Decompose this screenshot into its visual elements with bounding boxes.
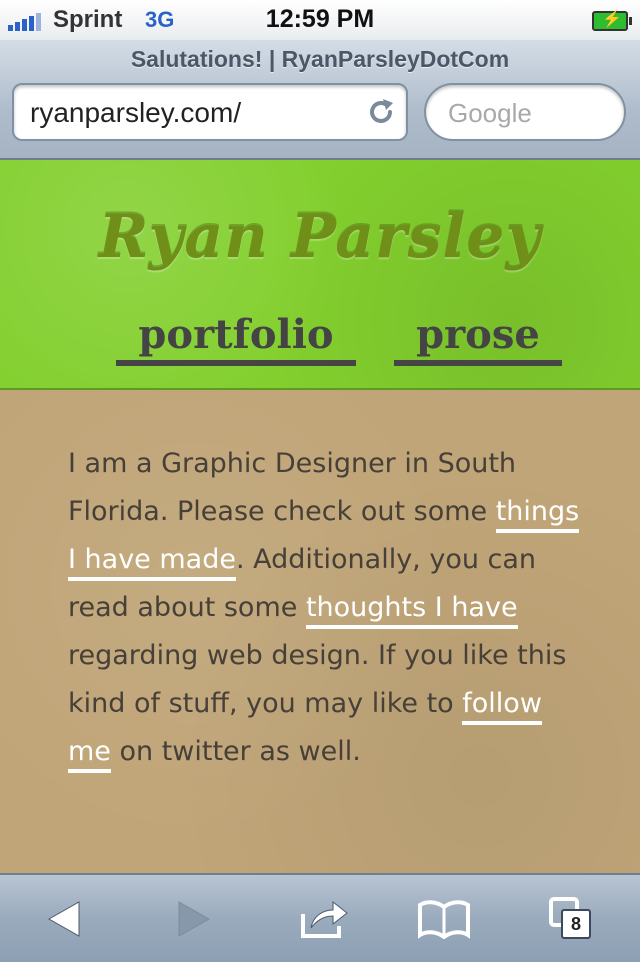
intro-paragraph: I am a Graphic Designer in South Florida… (68, 440, 588, 776)
bookmarks-book-icon (418, 900, 470, 939)
intro-text: I am a Graphic Designer in South Florida… (68, 448, 517, 527)
nav-prose-link[interactable]: prose (394, 310, 562, 366)
share-button[interactable] (294, 895, 354, 943)
charging-battery-icon: ⚡ (592, 11, 632, 31)
content-area: I am a Graphic Designer in South Florida… (0, 390, 640, 873)
status-time: 12:59 PM (265, 5, 375, 33)
url-text[interactable]: ryanparsley.com/ (30, 97, 241, 129)
web-page: Ryan Parsley portfolio prose I am a Grap… (0, 160, 640, 873)
thoughts-i-have-link[interactable]: thoughts I have (305, 592, 518, 629)
back-button[interactable] (34, 895, 94, 943)
reload-icon[interactable] (364, 95, 398, 129)
back-arrow-icon (47, 901, 80, 937)
site-logo-title[interactable]: Ryan Parsley (0, 202, 640, 272)
status-bar: Sprint 3G 12:59 PM ⚡ (0, 0, 640, 40)
nav-portfolio-link[interactable]: portfolio (116, 310, 356, 366)
share-icon (301, 900, 348, 938)
forward-arrow-icon (178, 901, 211, 937)
page-title: Salutations! | RyanParsleyDotCom (130, 46, 510, 72)
search-placeholder: Google (448, 98, 532, 128)
tab-count-badge: 8 (561, 909, 591, 939)
intro-text: on twitter as well. (110, 736, 361, 767)
search-field[interactable]: Google (424, 83, 626, 141)
bookmarks-button[interactable] (414, 895, 474, 943)
tabs-button[interactable]: 8 (542, 895, 602, 943)
site-header: Ryan Parsley portfolio prose (0, 160, 640, 390)
address-bar[interactable]: ryanparsley.com/ (12, 83, 408, 141)
browser-top-bar: Salutations! | RyanParsleyDotCom ryanpar… (0, 40, 640, 160)
browser-toolbar: 8 (0, 873, 640, 962)
forward-button[interactable] (164, 895, 224, 943)
